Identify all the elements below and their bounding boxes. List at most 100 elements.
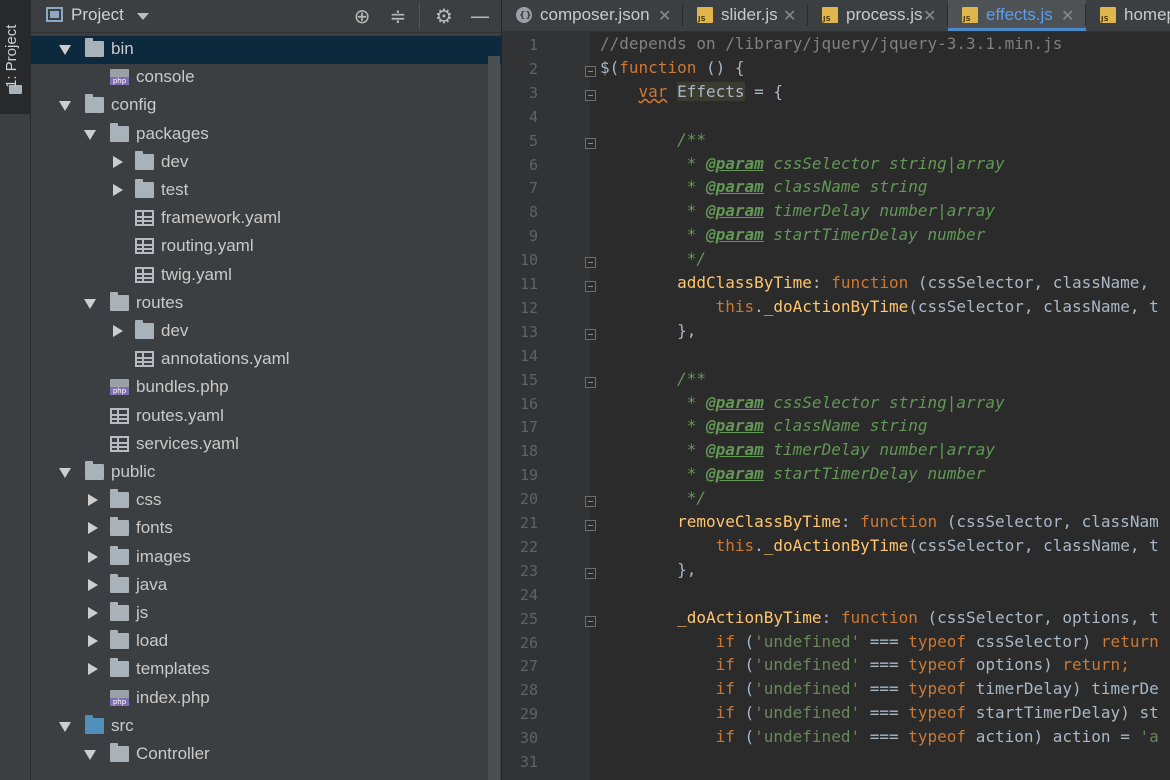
tree-item-annotations-yaml[interactable]: annotations.yaml <box>31 346 501 374</box>
expand-arrow-icon[interactable] <box>84 750 96 760</box>
tree-item-console[interactable]: console <box>31 64 501 92</box>
tree-item-css[interactable]: css <box>31 487 501 515</box>
expand-arrow-icon[interactable] <box>59 45 71 55</box>
code-line: this._doActionByTime(cssSelector, classN… <box>600 297 1159 316</box>
tree-item-label: test <box>161 180 189 199</box>
collapse-arrow-icon[interactable] <box>113 155 123 168</box>
code-line: }, <box>600 321 696 340</box>
expand-arrow-icon[interactable] <box>59 101 71 112</box>
gear-icon[interactable]: ⚙ <box>431 3 457 29</box>
tab-process-js[interactable]: process.js✕ <box>808 0 948 31</box>
code-token: * <box>600 392 706 412</box>
expand-arrow-icon[interactable] <box>59 468 71 478</box>
tree-item-config[interactable]: config <box>31 92 501 120</box>
tree-item-controller[interactable]: Controller <box>31 741 501 769</box>
expand-arrow-icon[interactable] <box>84 298 96 309</box>
line-number: 12 <box>519 298 538 317</box>
close-icon[interactable]: ✕ <box>923 6 936 25</box>
code-line: this._doActionByTime(cssSelector, classN… <box>600 536 1159 555</box>
fold-marker-icon[interactable] <box>585 520 596 531</box>
folder-icon <box>110 489 129 509</box>
locate-target-icon[interactable]: ⊕ <box>349 3 375 29</box>
js-file-icon <box>962 7 978 23</box>
fold-marker-icon[interactable] <box>585 257 596 269</box>
fold-marker-icon[interactable] <box>585 376 596 388</box>
project-tree-scrollbar[interactable] <box>488 56 500 780</box>
project-panel: Project ⊕ ≑ ⚙ — bin console config packages… <box>31 0 501 780</box>
code-token: = { <box>744 81 784 101</box>
folder-icon <box>110 630 129 650</box>
collapse-arrow-icon[interactable] <box>88 578 98 591</box>
tree-item-load[interactable]: load <box>31 628 501 656</box>
tree-item-js[interactable]: js <box>31 600 501 628</box>
close-icon[interactable]: ✕ <box>783 6 796 25</box>
tree-item-framework-yaml[interactable]: framework.yaml <box>31 205 501 233</box>
folder-icon <box>85 461 104 480</box>
chevron-down-icon[interactable] <box>137 13 149 20</box>
close-icon[interactable]: ✕ <box>1061 6 1074 25</box>
collapse-arrow-icon[interactable] <box>88 550 98 563</box>
tree-item-bundles-php[interactable]: bundles.php <box>31 374 501 402</box>
tree-item-test[interactable]: test <box>31 177 501 205</box>
tree-item-bin[interactable]: bin <box>31 36 501 64</box>
tree-item-label: css <box>136 490 162 510</box>
code-editor[interactable]: 1 2 3 4 5 6 7 8 9 10 11 12 13 14 15 16 17 18 19 20 21 22 23 24 2… <box>502 32 1170 780</box>
tree-item-src[interactable]: src <box>31 713 501 741</box>
fold-marker-icon[interactable] <box>585 496 596 508</box>
code-token: }, <box>600 320 697 340</box>
collapse-arrow-icon[interactable] <box>88 494 98 507</box>
line-number: 10 <box>519 251 538 270</box>
code-token: _doActionByTime <box>763 296 909 316</box>
tree-item-dev[interactable]: dev <box>31 149 501 177</box>
tree-item-routing-yaml[interactable]: routing.yaml <box>31 233 501 261</box>
tree-item-java[interactable]: java <box>31 572 501 600</box>
fold-marker-icon[interactable] <box>585 567 596 579</box>
tree-item-services-yaml[interactable]: services.yaml <box>31 431 501 459</box>
collapse-arrow-icon[interactable] <box>88 663 98 676</box>
collapse-arrow-icon[interactable] <box>88 522 98 535</box>
code-token: addClassByTime <box>677 273 812 292</box>
code-token: @param <box>705 416 764 436</box>
tree-item-images[interactable]: images <box>31 544 501 572</box>
tree-item-fonts[interactable]: fonts <box>31 515 501 543</box>
close-icon[interactable]: ✕ <box>658 6 671 25</box>
collapse-arrow-icon[interactable] <box>113 184 123 196</box>
collapse-all-icon[interactable]: ≑ <box>385 3 411 29</box>
collapse-arrow-icon[interactable] <box>88 607 98 619</box>
expand-arrow-icon[interactable] <box>59 721 71 732</box>
minimize-icon[interactable]: — <box>467 3 493 29</box>
line-number: 25 <box>519 609 538 628</box>
tab-slider-js[interactable]: slider.js ✕ <box>683 0 808 31</box>
tab-effects-js[interactable]: effects.js ✕ <box>948 0 1086 31</box>
tab-homep[interactable]: homep <box>1086 0 1170 31</box>
fold-marker-icon[interactable] <box>585 137 596 149</box>
tree-item-twig-yaml[interactable]: twig.yaml <box>31 262 501 290</box>
tree-item-packages[interactable]: packages <box>31 121 501 149</box>
fold-marker-icon[interactable] <box>585 281 596 292</box>
tree-item-public[interactable]: public <box>31 459 501 487</box>
code-token: @param <box>705 153 764 173</box>
expand-arrow-icon[interactable] <box>84 129 96 140</box>
yaml-file-icon <box>110 435 129 452</box>
project-view-selector[interactable]: Project <box>71 5 124 25</box>
line-number: 5 <box>528 131 538 150</box>
tree-item-routes[interactable]: routes <box>31 290 501 318</box>
tree-item-label: packages <box>136 123 209 143</box>
fold-marker-icon[interactable] <box>585 89 596 101</box>
tab-label: homep <box>1124 5 1170 24</box>
project-tool-tab[interactable]: 1: Project <box>0 0 30 114</box>
collapse-arrow-icon[interactable] <box>113 325 123 337</box>
tree-item-label: console <box>136 67 195 87</box>
fold-marker-icon[interactable] <box>585 615 596 627</box>
tree-item-dev[interactable]: dev <box>31 318 501 346</box>
fold-marker-icon[interactable] <box>585 328 596 340</box>
tree-item-index-php[interactable]: index.php <box>31 685 501 713</box>
collapse-arrow-icon[interactable] <box>88 635 98 648</box>
tree-item-templates[interactable]: templates <box>31 656 501 684</box>
code-token: . <box>754 296 764 316</box>
tree-item-routes-yaml[interactable]: routes.yaml <box>31 403 501 431</box>
tab-composer-json[interactable]: composer.json ✕ <box>502 0 683 31</box>
fold-marker-icon[interactable] <box>585 65 596 77</box>
